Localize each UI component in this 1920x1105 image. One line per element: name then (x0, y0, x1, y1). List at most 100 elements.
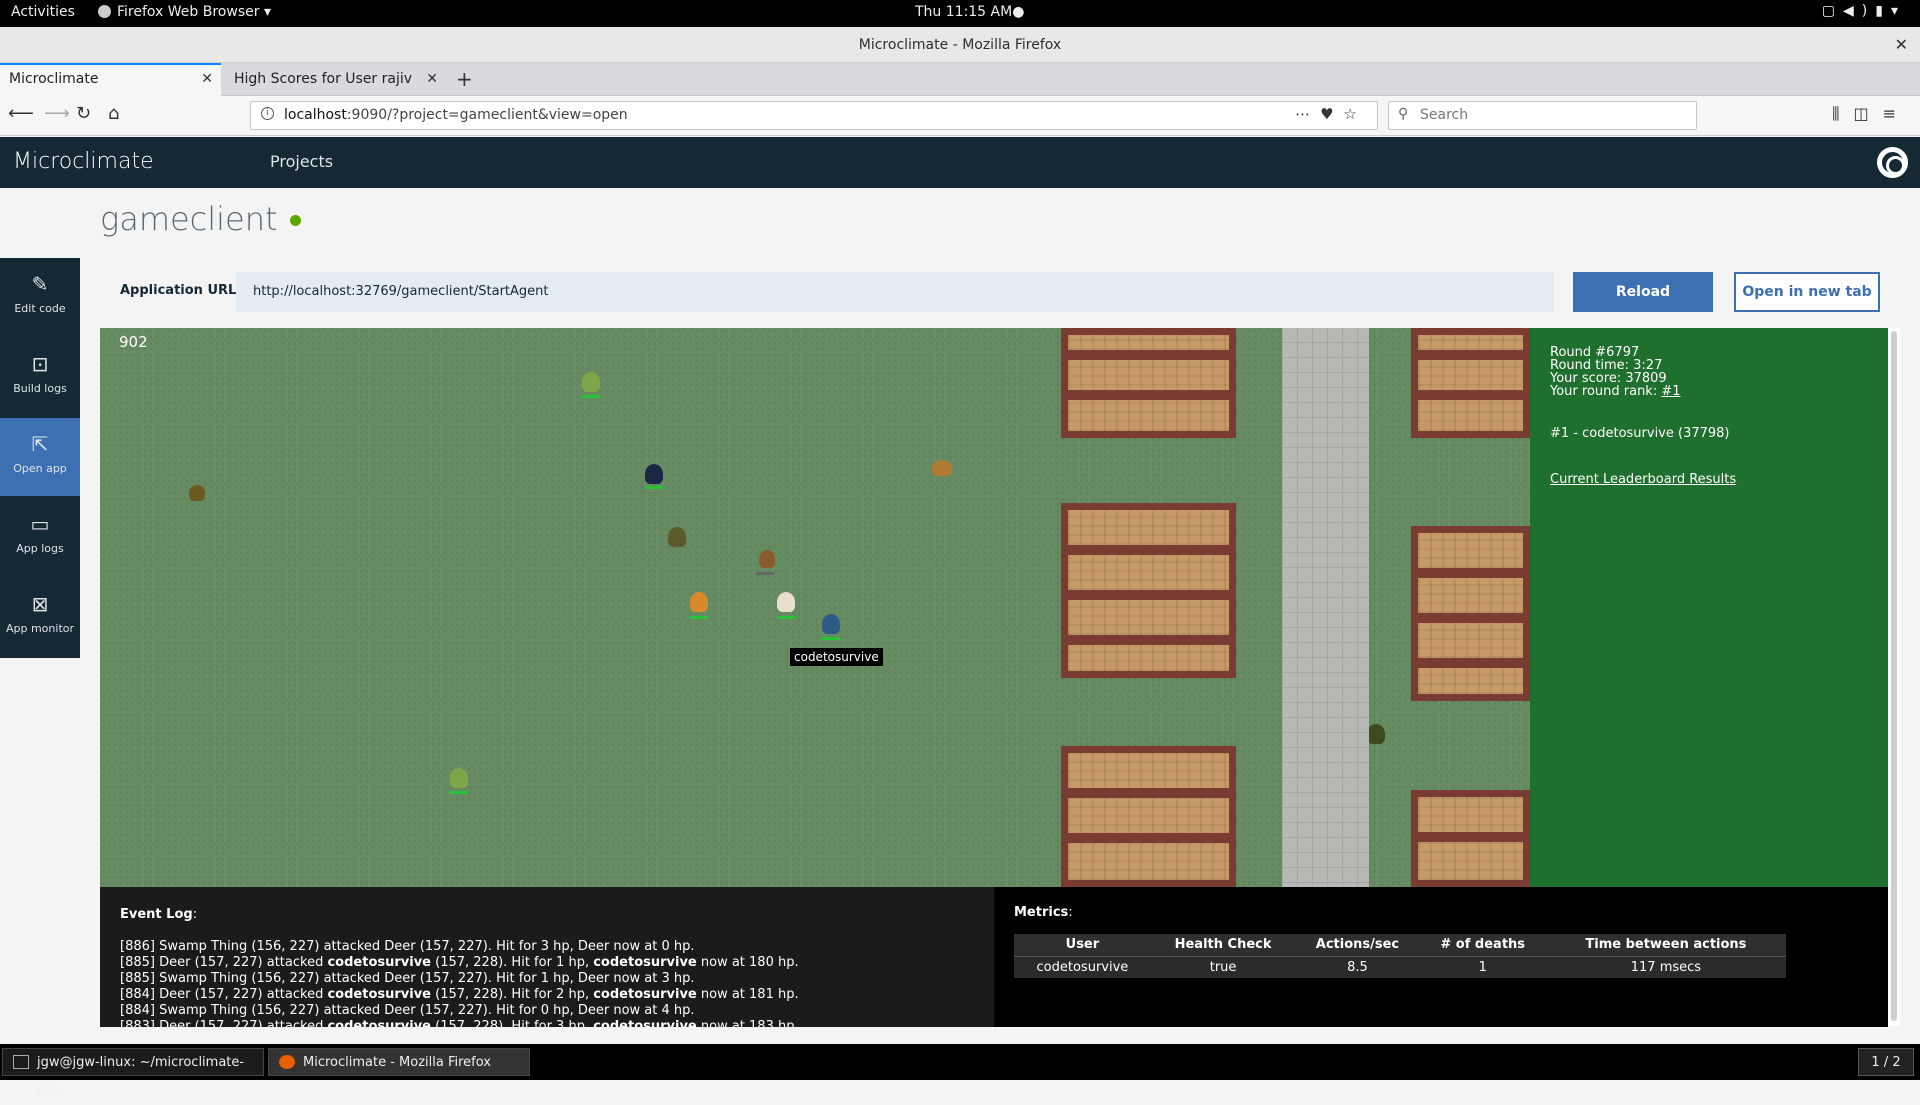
tab-high-scores[interactable]: High Scores for User rajiv ✕ (225, 63, 446, 96)
bookmark-star-icon[interactable]: ☆ (1344, 105, 1367, 123)
col-user: User (1014, 934, 1151, 957)
address-bar[interactable]: i localhost:9090/?project=gameclient&vie… (250, 101, 1378, 130)
new-tab-icon[interactable]: + (456, 63, 473, 96)
round-rank-link[interactable]: #1 (1661, 384, 1680, 399)
hamburger-menu-icon[interactable]: ≡ (1883, 104, 1910, 123)
firefox-icon (98, 5, 111, 18)
clock[interactable]: Thu 11:15 AM● (915, 4, 1024, 20)
help-lifebuoy-icon[interactable] (1877, 147, 1908, 178)
microclimate-header: Microclimate Projects (0, 137, 1920, 188)
rail-open-app[interactable]: ⇱ Open app (0, 418, 80, 496)
page-actions-icon[interactable]: ⋯ (1295, 105, 1320, 123)
log-line: [885] Swamp Thing (156, 227) attacked De… (120, 971, 799, 987)
wall (1068, 390, 1229, 400)
health-bar (645, 486, 663, 489)
app-menu[interactable]: Firefox Web Browser ▾ (98, 4, 271, 20)
event-log: Event Log: [886] Swamp Thing (156, 227) … (100, 887, 994, 1027)
activities-button[interactable]: Activities (11, 4, 75, 20)
metrics-title-colon: : (1068, 905, 1073, 920)
taskbar-terminal[interactable]: jgw@jgw-linux: ~/microclimate-de... (2, 1048, 264, 1098)
goblin-sprite (690, 592, 708, 612)
brand-logo[interactable]: Microclimate (13, 149, 154, 174)
leaderboard-link[interactable]: Current Leaderboard Results (1550, 472, 1736, 487)
log-line: [885] Deer (157, 227) attacked codetosur… (120, 955, 799, 971)
col-health-check: Health Check (1150, 934, 1296, 957)
forward-icon[interactable]: ⟶ (44, 103, 70, 124)
sidebar-icon[interactable]: ◫ (1853, 104, 1882, 123)
health-bar (450, 791, 468, 794)
log-line: [884] Swamp Thing (156, 227) attacked De… (120, 1003, 799, 1019)
window-icon: ▢ (1821, 3, 1844, 19)
cell-actions-sec: 8.5 (1295, 956, 1420, 978)
log-text: (157, 228). Hit for 1 hp, (431, 955, 594, 970)
col-deaths: # of deaths (1419, 934, 1546, 957)
log-text: now at 183 hp. (696, 1019, 799, 1027)
taskbar-firefox[interactable]: Microclimate - Mozilla Firefox (268, 1048, 530, 1076)
wall (1068, 545, 1229, 555)
rail-label: App logs (16, 542, 64, 555)
building (1411, 526, 1530, 701)
open-in-new-tab-button[interactable]: Open in new tab (1734, 272, 1880, 312)
player-name-label: codetosurvive (790, 648, 883, 666)
health-bar (690, 616, 708, 619)
rail-label: Edit code (14, 302, 66, 315)
home-icon[interactable]: ⌂ (108, 103, 119, 124)
application-url-field[interactable]: http://localhost:32769/gameclient/StartA… (236, 272, 1554, 312)
wall (1068, 788, 1229, 798)
tab-label: High Scores for User rajiv (234, 71, 413, 87)
wall (1418, 390, 1523, 400)
event-log-title-colon: : (192, 907, 198, 922)
cell-health-check: true (1150, 956, 1296, 978)
terminal-icon (13, 1055, 29, 1069)
col-time-between: Time between actions (1545, 934, 1786, 957)
building (1061, 746, 1236, 887)
reload-button[interactable]: Reload (1573, 272, 1713, 312)
round-rank-label: Your round rank: (1550, 384, 1662, 399)
wall (1418, 350, 1523, 360)
cell-deaths: 1 (1419, 956, 1546, 978)
battery-icon: ▮ (1875, 3, 1891, 19)
workspace-pager[interactable]: 1 / 2 (1858, 1048, 1914, 1076)
beetle-sprite (932, 460, 952, 476)
pocket-icon[interactable]: ♥ (1320, 105, 1343, 123)
player-sprite (822, 614, 840, 634)
gnome-top-bar: Activities Firefox Web Browser ▾ Thu 11:… (0, 0, 1920, 27)
search-input[interactable]: ⚲ Search (1388, 101, 1697, 130)
system-tray[interactable]: ▢◀)▮▾ (1822, 3, 1906, 19)
rail-app-monitor[interactable]: ⊠ App monitor (0, 578, 80, 656)
tab-strip: Microclimate ✕ High Scores for User raji… (0, 63, 1920, 96)
build-logs-icon: ⊡ (31, 352, 49, 376)
application-url-label: Application URL: (120, 283, 242, 298)
stone-road (1282, 328, 1369, 887)
health-bar (582, 395, 600, 398)
log-line: [884] Deer (157, 227) attacked codetosur… (120, 987, 799, 1003)
rail-label: Build logs (13, 382, 67, 395)
wall (1418, 613, 1523, 623)
frame-scrollbar[interactable] (1888, 328, 1900, 1026)
back-icon[interactable]: ⟵ (8, 103, 34, 124)
log-user: codetosurvive (327, 987, 431, 1002)
event-log-lines: [886] Swamp Thing (156, 227) attacked De… (120, 939, 799, 1027)
close-tab-icon[interactable]: ✕ (426, 63, 438, 96)
tab-microclimate[interactable]: Microclimate ✕ (0, 63, 221, 96)
wall (1068, 833, 1229, 843)
log-text: (157, 228). Hit for 2 hp, (431, 987, 594, 1002)
rail-edit-code[interactable]: ✎ Edit code (0, 258, 80, 336)
pencil-icon: ✎ (31, 272, 49, 296)
health-bar (822, 637, 840, 640)
library-icon[interactable]: ⫼ (1832, 104, 1853, 123)
close-window-icon[interactable]: ✕ (1895, 27, 1908, 63)
site-info-icon[interactable]: i (261, 107, 274, 120)
address-actions: ⋯♥☆ (1295, 105, 1367, 123)
address-text: localhost:9090/?project=gameclient&view=… (284, 107, 628, 123)
log-line: [883] Deer (157, 227) attacked codetosur… (120, 1019, 799, 1027)
rail-build-logs[interactable]: ⊡ Build logs (0, 338, 80, 416)
game-canvas[interactable]: 902 codetosurvive (100, 328, 1530, 887)
scrollbar-thumb[interactable] (1891, 331, 1897, 1021)
swamp-thing-sprite (582, 372, 600, 392)
nav-projects[interactable]: Projects (270, 152, 333, 171)
reload-icon[interactable]: ↻ (76, 103, 91, 124)
close-tab-icon[interactable]: ✕ (201, 65, 213, 94)
rail-app-logs[interactable]: ▭ App logs (0, 498, 80, 576)
log-user: codetosurvive (327, 1019, 431, 1027)
